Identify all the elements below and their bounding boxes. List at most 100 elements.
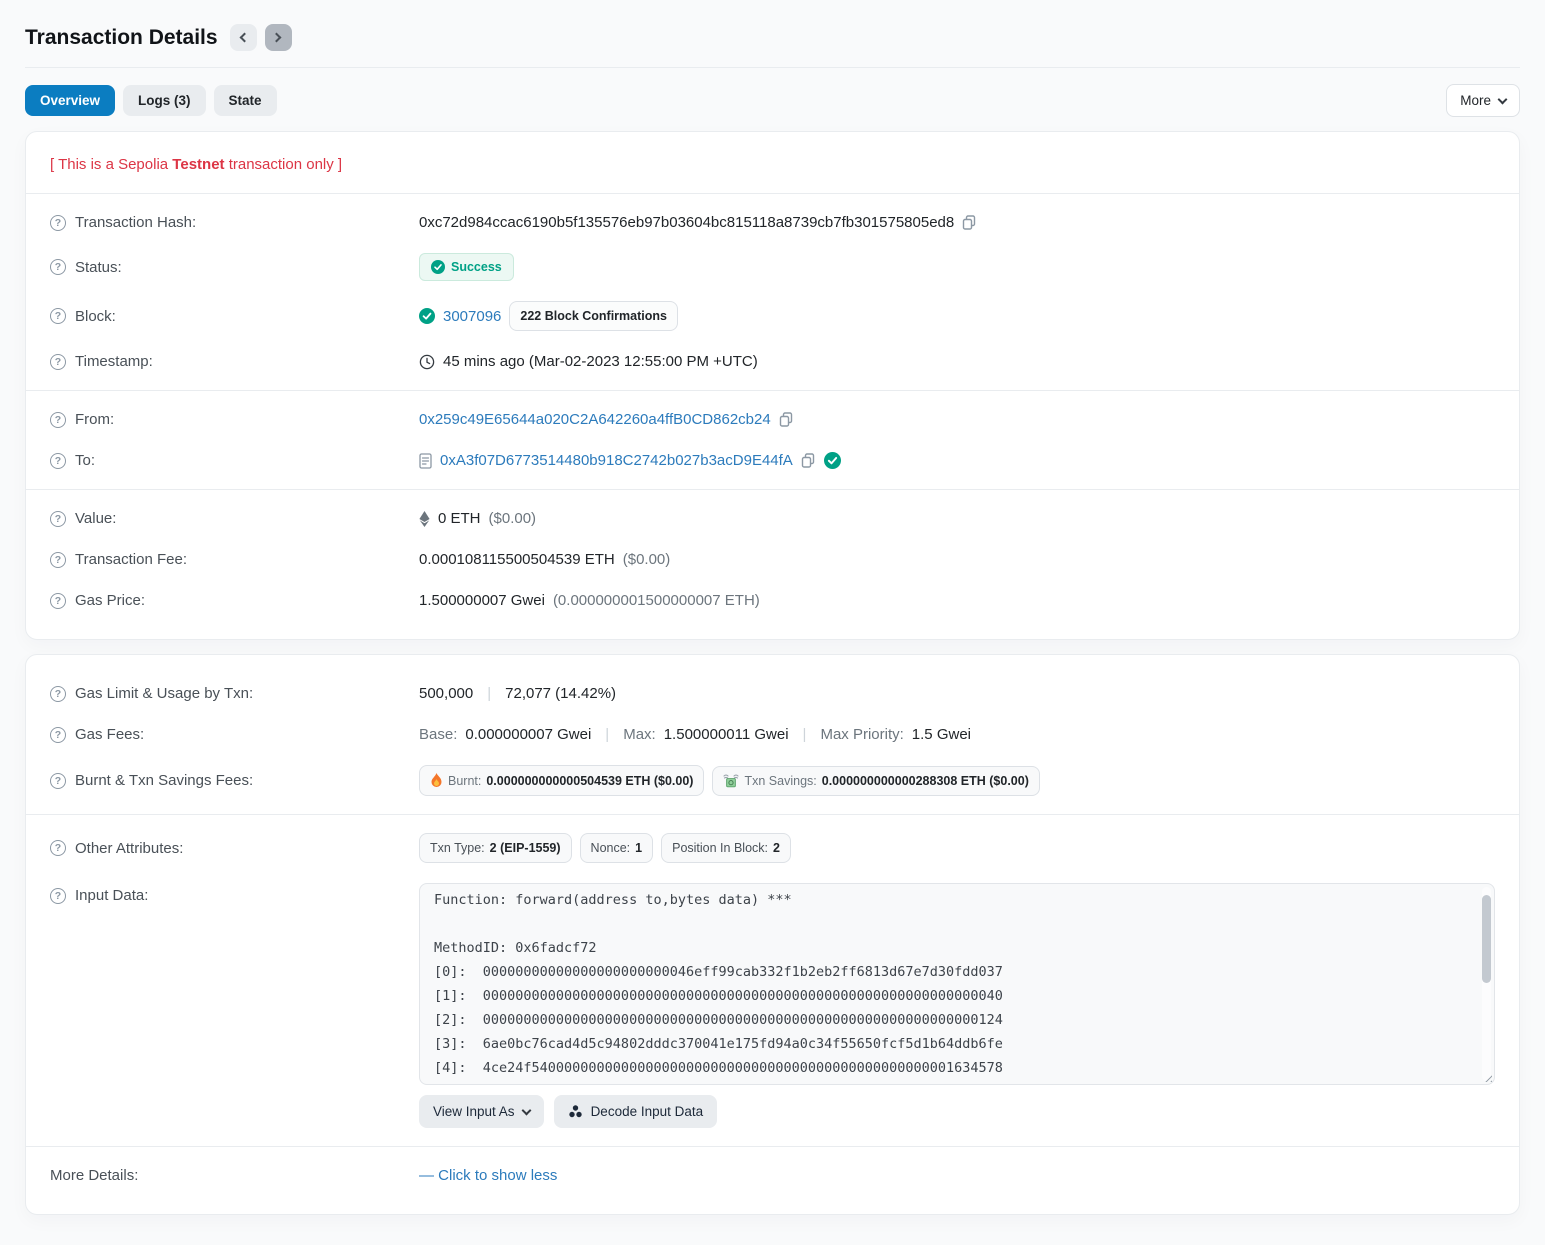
warning-prefix: [ This is a Sepolia — [50, 156, 172, 173]
prev-txn-button[interactable] — [230, 24, 257, 51]
warning-bold: Testnet — [172, 156, 224, 173]
view-input-as-label: View Input As — [433, 1104, 515, 1119]
gas-used-value: 72,077 (14.42%) — [505, 685, 616, 702]
nonce-badge: Nonce: 1 — [580, 833, 654, 863]
help-icon[interactable]: ? — [50, 511, 66, 527]
txn-savings-badge: Txn Savings: 0.000000000000288308 ETH ($… — [712, 766, 1039, 796]
from-label: ? From: — [50, 411, 419, 428]
help-icon[interactable]: ? — [50, 840, 66, 856]
to-label: ? To: — [50, 452, 419, 469]
divider — [26, 814, 1519, 815]
page-title: Transaction Details — [25, 26, 218, 50]
separator: | — [487, 685, 491, 702]
tx-hash-label: ? Transaction Hash: — [50, 214, 419, 231]
overview-card: [ This is a Sepolia Testnet transaction … — [25, 131, 1520, 640]
decode-input-data-button[interactable]: Decode Input Data — [554, 1095, 718, 1128]
block-label: ? Block: — [50, 308, 419, 325]
scrollbar-thumb[interactable] — [1482, 895, 1491, 983]
clock-icon — [419, 354, 435, 370]
fee-usd: ($0.00) — [623, 551, 671, 568]
label-text: Input Data: — [75, 887, 148, 904]
testnet-warning: [ This is a Sepolia Testnet transaction … — [50, 150, 1495, 185]
transaction-details-page: Transaction Details Overview Logs (3) St… — [0, 0, 1545, 1245]
contract-file-icon — [419, 453, 432, 469]
to-address-link[interactable]: 0xA3f07D6773514480b918C2742b027b3acD9E44… — [440, 452, 793, 469]
next-txn-button[interactable] — [265, 24, 292, 51]
label-text: Transaction Fee: — [75, 551, 187, 568]
help-icon[interactable]: ? — [50, 453, 66, 469]
tab-overview[interactable]: Overview — [25, 85, 115, 116]
help-icon[interactable]: ? — [50, 593, 66, 609]
scrollbar-track[interactable] — [1482, 887, 1491, 1081]
help-icon[interactable]: ? — [50, 888, 66, 904]
copy-icon — [779, 412, 794, 427]
from-row: ? From: 0x259c49E65644a020C2A642260a4ffB… — [50, 399, 1495, 440]
label-text: To: — [75, 452, 95, 469]
page-header: Transaction Details — [25, 18, 1520, 68]
help-icon[interactable]: ? — [50, 773, 66, 789]
base-fee-value: 0.000000007 Gwei — [465, 726, 591, 743]
label-text: Burnt & Txn Savings Fees: — [75, 772, 253, 789]
copy-from-address-button[interactable] — [779, 412, 794, 427]
eth-icon — [419, 511, 430, 527]
more-details-row: More Details: — Click to show less — [50, 1155, 1495, 1196]
max-fee-value: 1.500000011 Gwei — [664, 726, 789, 743]
value-row: ? Value: 0 ETH ($0.00) — [50, 498, 1495, 539]
gas-limit-value: 500,000 — [419, 685, 473, 702]
copy-to-address-button[interactable] — [801, 453, 816, 468]
separator: | — [605, 726, 609, 743]
label-text: Status: — [75, 259, 122, 276]
burnt-badge: Burnt: 0.000000000000504539 ETH ($0.00) — [419, 765, 704, 796]
value-amount: 0 ETH — [438, 510, 481, 527]
help-icon[interactable]: ? — [50, 308, 66, 324]
position-label: Position In Block: — [672, 841, 768, 855]
value-usd: ($0.00) — [489, 510, 537, 527]
nonce-value: 1 — [635, 841, 642, 855]
help-icon[interactable]: ? — [50, 215, 66, 231]
copy-tx-hash-button[interactable] — [962, 215, 977, 230]
txn-type-value: 2 (EIP-1559) — [490, 841, 561, 855]
help-icon[interactable]: ? — [50, 412, 66, 428]
status-row: ? Status: Success — [50, 243, 1495, 291]
transaction-fee-row: ? Transaction Fee: 0.000108115500504539 … — [50, 539, 1495, 580]
help-icon[interactable]: ? — [50, 686, 66, 702]
tx-hash-value: 0xc72d984ccac6190b5f135576eb97b03604bc81… — [419, 214, 954, 231]
other-attributes-row: ? Other Attributes: Txn Type: 2 (EIP-155… — [50, 823, 1495, 873]
tab-logs[interactable]: Logs (3) — [123, 85, 206, 116]
input-data-row: ? Input Data: Function: forward(address … — [50, 873, 1495, 1138]
help-icon[interactable]: ? — [50, 259, 66, 275]
input-data-textarea[interactable]: Function: forward(address to,bytes data)… — [419, 883, 1495, 1085]
help-icon[interactable]: ? — [50, 727, 66, 743]
block-number-link[interactable]: 3007096 — [443, 308, 501, 325]
burnt-value: 0.000000000000504539 ETH ($0.00) — [486, 774, 693, 788]
view-input-as-button[interactable]: View Input As — [419, 1095, 544, 1128]
show-less-link[interactable]: — Click to show less — [419, 1167, 557, 1184]
txn-savings-label-text: Txn Savings: — [744, 774, 816, 788]
chevron-left-icon — [240, 33, 250, 43]
gas-limit-label: ? Gas Limit & Usage by Txn: — [50, 685, 419, 702]
label-text: Gas Price: — [75, 592, 145, 609]
label-text: Other Attributes: — [75, 840, 183, 857]
label-text: Gas Fees: — [75, 726, 144, 743]
value-label: ? Value: — [50, 510, 419, 527]
divider — [26, 193, 1519, 194]
warning-suffix: transaction only ] — [225, 156, 343, 173]
block-row: ? Block: 3007096 222 Block Confirmations — [50, 291, 1495, 341]
label-text: Timestamp: — [75, 353, 153, 370]
timestamp-value: 45 mins ago (Mar-02-2023 12:55:00 PM +UT… — [443, 353, 758, 370]
verified-contract-check-icon — [824, 452, 841, 469]
tabs-row: Overview Logs (3) State More — [25, 84, 1520, 117]
divider — [26, 390, 1519, 391]
from-address-link[interactable]: 0x259c49E65644a020C2A642260a4ffB0CD862cb… — [419, 411, 771, 428]
tab-state[interactable]: State — [214, 85, 277, 116]
check-circle-icon — [431, 260, 445, 274]
transaction-fee-label: ? Transaction Fee: — [50, 551, 419, 568]
details-card: ? Gas Limit & Usage by Txn: 500,000 | 72… — [25, 654, 1520, 1215]
gas-price-eth: (0.000000001500000007 ETH) — [553, 592, 760, 609]
copy-icon — [962, 215, 977, 230]
tx-hash-row: ? Transaction Hash: 0xc72d984ccac6190b5f… — [50, 202, 1495, 243]
help-icon[interactable]: ? — [50, 552, 66, 568]
gas-price-row: ? Gas Price: 1.500000007 Gwei (0.0000000… — [50, 580, 1495, 621]
help-icon[interactable]: ? — [50, 354, 66, 370]
more-dropdown-button[interactable]: More — [1446, 84, 1520, 117]
